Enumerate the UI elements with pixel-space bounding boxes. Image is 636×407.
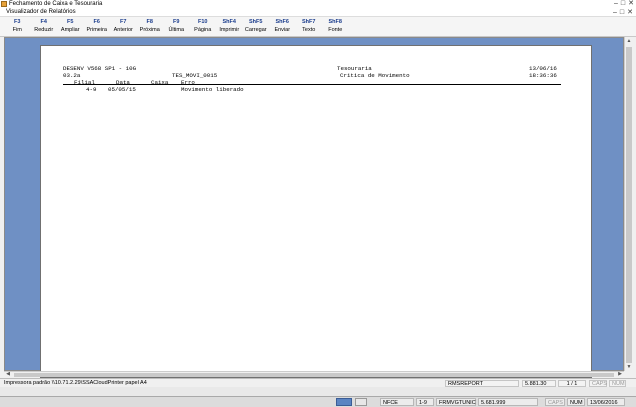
toolbar-button-reduzir[interactable]: F4 Reduzir	[31, 17, 58, 37]
toolbar-key: F7	[120, 19, 127, 25]
caps-indicator: CAPS	[589, 380, 607, 387]
toolbar-key: F3	[14, 19, 21, 25]
viewer-status-bar: Impressora padrão \\10.71.2.29\SSACloudP…	[0, 378, 636, 387]
toolbar-key: ShF8	[328, 19, 342, 25]
toolbar-label: Fonte	[328, 27, 343, 33]
vertical-scroll-thumb[interactable]	[626, 47, 632, 363]
toolbar-key: ShF6	[275, 19, 289, 25]
toolbar-button-anterior[interactable]: F7 Anterior	[110, 17, 137, 37]
report-title: Critica de Movimento	[340, 72, 410, 79]
scroll-left-icon[interactable]: ◀	[4, 371, 12, 377]
report-workspace: DESENV V568 SP1 - 10G Tesouraria 13/06/1…	[4, 37, 624, 378]
nfce-indicator: NFCE	[380, 398, 414, 406]
viewer-close-icon[interactable]: ✕	[627, 8, 633, 17]
module-indicator: FRMVGTUNIC	[436, 398, 476, 406]
report-name: RMSREPORT	[445, 380, 519, 387]
viewer-window-titlebar: Visualizador de Relatórios	[0, 8, 636, 17]
toolbar-button-fim[interactable]: F3 Fim	[4, 17, 31, 37]
viewer-minimize-icon[interactable]: –	[613, 8, 617, 17]
toolbar-key: F9	[173, 19, 180, 25]
row-data: 05/05/15	[108, 86, 136, 93]
outer-window-title: Fechamento de Caixa e Tesouraria	[9, 1, 103, 7]
toolbar-label: Reduzir	[34, 27, 54, 33]
close-icon[interactable]: ✕	[628, 0, 634, 8]
report-program: TES_MOVI_0015	[172, 72, 218, 79]
module-code: 5.681.999	[478, 398, 538, 406]
toolbar-label: Última	[168, 27, 185, 33]
toolbar-key: F6	[93, 19, 100, 25]
printer-info: Impressora padrão \\10.71.2.29\SSACloudP…	[4, 380, 147, 386]
toolbar-label: Ampliar	[60, 27, 80, 33]
toolbar-label: Fim	[12, 27, 22, 33]
toolbar-key: F5	[67, 19, 74, 25]
report-version: 03.2a	[63, 72, 81, 79]
toolbar-button-ampliar[interactable]: F5 Ampliar	[57, 17, 84, 37]
taskbar-caps-indicator: CAPS	[545, 398, 565, 406]
header-divider	[63, 84, 561, 85]
outer-window-controls: – □ ✕	[614, 0, 634, 8]
maximize-icon[interactable]: □	[621, 0, 625, 8]
report-section: Tesouraria	[337, 65, 372, 72]
toolbar-button-carregar[interactable]: ShF5 Carregar	[243, 17, 270, 37]
app-icon	[1, 1, 7, 7]
toolbar-button-última[interactable]: F9 Última	[163, 17, 190, 37]
window-frame-bottom	[0, 387, 636, 396]
toolbar-key: ShF4	[222, 19, 236, 25]
toolbar-button-imprimir[interactable]: ShF4 Imprimir	[216, 17, 243, 37]
toolbar-button-texto[interactable]: ShF7 Texto	[296, 17, 323, 37]
toolbar-key: ShF7	[302, 19, 316, 25]
horizontal-scroll-thumb[interactable]	[14, 373, 614, 377]
report-code: 5.881.30	[522, 380, 556, 387]
horizontal-scrollbar[interactable]: ◀ ▶	[4, 371, 624, 377]
outer-window-titlebar: Fechamento de Caixa e Tesouraria	[0, 0, 636, 8]
vertical-scrollbar[interactable]: ▲ ▼	[624, 37, 632, 371]
report-page: DESENV V568 SP1 - 10G Tesouraria 13/06/1…	[40, 45, 592, 378]
toolbar-label: Carregar	[244, 27, 267, 33]
scroll-up-icon[interactable]: ▲	[625, 37, 633, 45]
application-status-bar: NFCE 1-9 FRMVGTUNIC 5.681.999 CAPS NUM 1…	[0, 396, 636, 407]
toolbar-key: F8	[146, 19, 153, 25]
toolbar-button-página[interactable]: F10 Página	[190, 17, 217, 37]
report-date: 13/06/16	[529, 65, 557, 72]
toolbar-key: F4	[40, 19, 47, 25]
toolbar-button-próxima[interactable]: F8 Próxima	[137, 17, 164, 37]
toolbar-key: ShF5	[249, 19, 263, 25]
viewer-window-controls: – □ ✕	[613, 8, 633, 17]
scroll-down-icon[interactable]: ▼	[625, 363, 633, 371]
toolbar-key: F10	[198, 19, 208, 25]
num-indicator: NUM	[609, 380, 626, 387]
viewer-maximize-icon[interactable]: □	[620, 8, 624, 17]
row-filial: 4-9	[86, 86, 97, 93]
row-erro: Movimento liberado	[181, 86, 244, 93]
keyboard-icon[interactable]	[355, 398, 367, 406]
minimize-icon[interactable]: –	[614, 0, 618, 8]
toolbar-label: Próxima	[139, 27, 160, 33]
toolbar-label: Imprimir	[219, 27, 240, 33]
toolbar-button-primeira[interactable]: F6 Primeira	[84, 17, 111, 37]
viewer-window-title: Visualizador de Relatórios	[6, 9, 76, 15]
page-counter: 1 / 1	[558, 380, 586, 387]
toolbar-label: Página	[194, 27, 212, 33]
toolbar-label: Enviar	[274, 27, 291, 33]
taskbar-num-indicator: NUM	[567, 398, 585, 406]
taskbar-date: 13/06/2016	[587, 398, 625, 406]
scroll-right-icon[interactable]: ▶	[616, 371, 624, 377]
toolbar-label: Anterior	[113, 27, 133, 33]
slot-indicator: 1-9	[416, 398, 434, 406]
toolbar-label: Primeira	[86, 27, 107, 33]
report-system: DESENV V568 SP1 - 10G	[63, 65, 137, 72]
toolbar-label: Texto	[302, 27, 316, 33]
report-toolbar: F3 Fim F4 Reduzir F5 Ampliar F6 Primeira F7 Anter…	[0, 17, 636, 37]
monitor-icon[interactable]	[336, 398, 352, 406]
toolbar-button-fonte[interactable]: ShF8 Fonte	[322, 17, 349, 37]
toolbar-button-enviar[interactable]: ShF6 Enviar	[269, 17, 296, 37]
report-time: 18:36:36	[529, 72, 557, 79]
